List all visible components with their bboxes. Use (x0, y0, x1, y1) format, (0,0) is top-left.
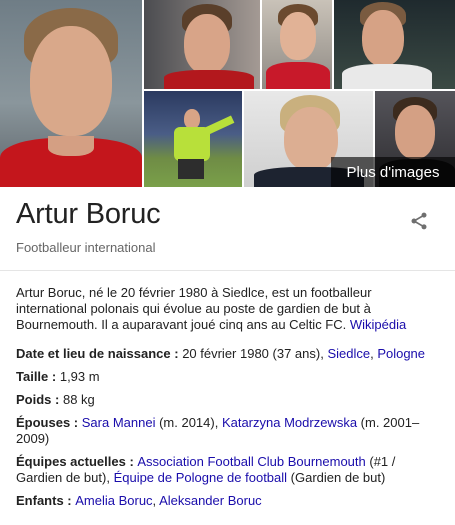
facts-list: Date et lieu de naissance : 20 février 1… (16, 346, 436, 516)
spouse-link[interactable]: Sara Mannei (82, 415, 156, 430)
more-images-button[interactable]: Plus d'images (331, 157, 455, 187)
fact-height: Taille : 1,93 m (16, 369, 436, 385)
gallery-image-3[interactable] (262, 0, 332, 89)
fact-spouses-label[interactable]: Épouses (16, 415, 70, 430)
fact-birth-value: 20 février 1980 (37 ans), (182, 346, 328, 361)
fact-spouses: Épouses : Sara Mannei (m. 2014), Katarzy… (16, 415, 436, 447)
fact-children-label[interactable]: Enfants (16, 493, 64, 508)
gallery-image-main[interactable] (0, 0, 142, 187)
fact-weight-value: 88 kg (62, 392, 95, 407)
fact-birth-label[interactable]: Date et lieu de naissance (16, 346, 171, 361)
gallery-image-4[interactable] (334, 0, 455, 89)
fact-height-label[interactable]: Taille (16, 369, 48, 384)
entity-subtitle: Footballeur international (16, 240, 156, 255)
fact-teams-label[interactable]: Équipes actuelles (16, 454, 126, 469)
fact-height-value: 1,93 m (59, 369, 100, 384)
fact-separator: : (63, 493, 76, 508)
fact-teams: Équipes actuelles : Association Football… (16, 454, 436, 486)
spouse-detail: (m. 2014), (155, 415, 222, 430)
team-link[interactable]: Équipe de Pologne de football (114, 470, 287, 485)
header-divider (0, 270, 455, 271)
fact-separator: : (51, 392, 63, 407)
entity-title: Artur Boruc (16, 198, 161, 230)
gallery-image-2[interactable] (144, 0, 260, 89)
team-link[interactable]: Association Football Club Bournemouth (137, 454, 365, 469)
share-icon (411, 212, 427, 230)
fact-separator: : (48, 369, 60, 384)
fact-separator: : (70, 415, 82, 430)
description-text: Artur Boruc, né le 20 février 1980 à Sie… (16, 285, 372, 332)
birth-country-link[interactable]: Pologne (377, 346, 425, 361)
fact-weight-label[interactable]: Poids (16, 392, 51, 407)
fact-children: Enfants : Amelia Boruc, Aleksander Boruc (16, 493, 436, 509)
spouse-link[interactable]: Katarzyna Modrzewska (222, 415, 357, 430)
fact-separator: : (125, 454, 138, 469)
team-detail: (Gardien de but) (287, 470, 386, 485)
entity-description: Artur Boruc, né le 20 février 1980 à Sie… (16, 285, 436, 333)
knowledge-panel: Plus d'images Artur Boruc Footballeur in… (0, 0, 455, 525)
fact-weight: Poids : 88 kg (16, 392, 436, 408)
share-button[interactable] (406, 208, 432, 234)
fact-birth: Date et lieu de naissance : 20 février 1… (16, 346, 436, 362)
image-gallery: Plus d'images (0, 0, 455, 187)
gallery-image-5[interactable] (144, 91, 242, 187)
fact-separator: : (170, 346, 183, 361)
wikipedia-link[interactable]: Wikipédia (350, 317, 406, 332)
child-link[interactable]: Amelia Boruc (75, 493, 152, 508)
child-link[interactable]: Aleksander Boruc (159, 493, 262, 508)
birth-place-link[interactable]: Siedlce (327, 346, 370, 361)
